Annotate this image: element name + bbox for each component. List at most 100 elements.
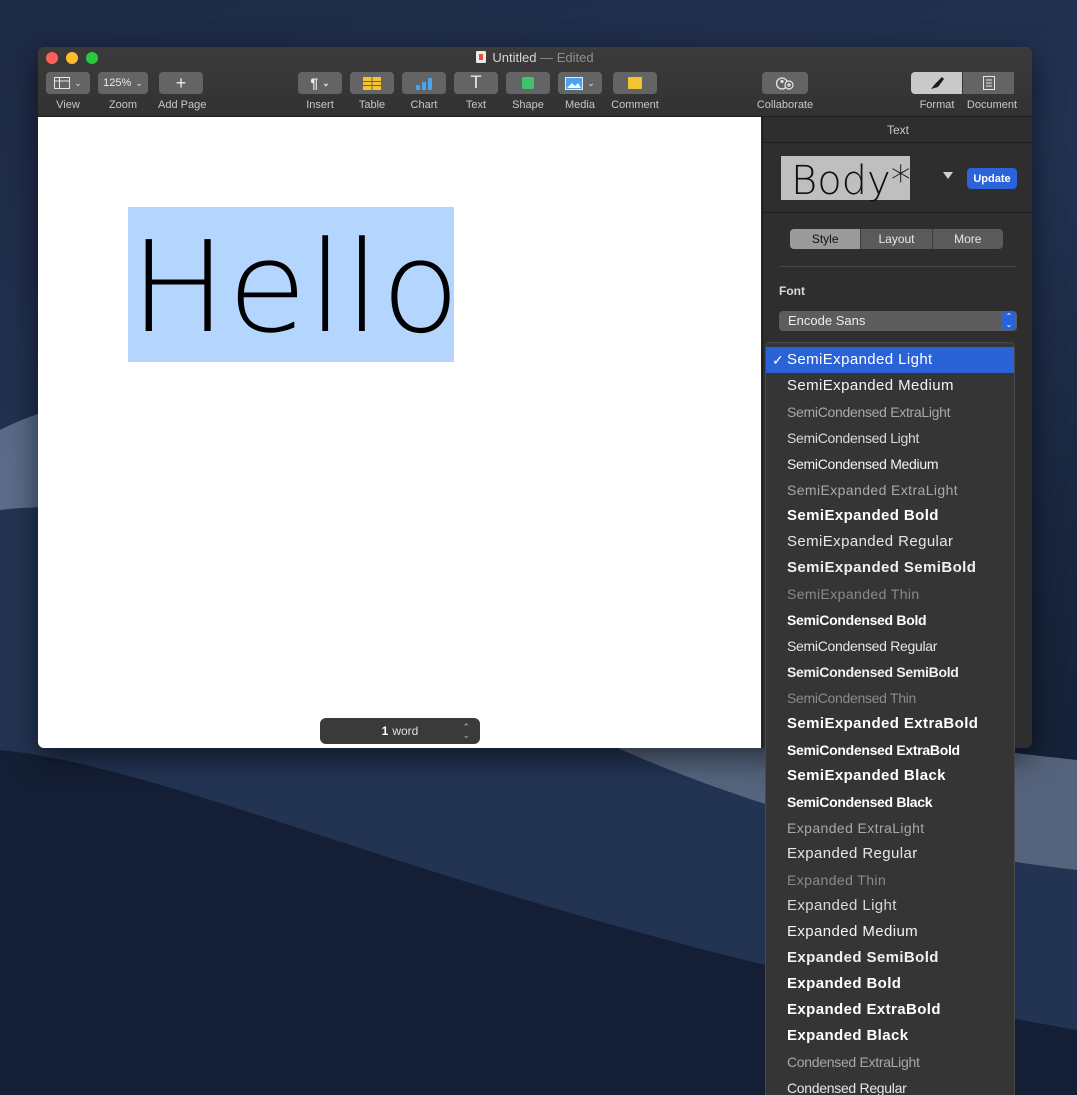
font-menu-item-label: SemiExpanded Bold [787,507,939,524]
paintbrush-icon [930,77,944,89]
font-menu-item[interactable]: Expanded Medium [766,919,1014,945]
font-menu-item[interactable]: SemiCondensed Black [766,789,1014,815]
chevron-down-icon: ⌄ [135,77,143,88]
font-menu-item-label: Condensed ExtraLight [787,1054,920,1070]
font-menu-item-label: SemiCondensed SemiBold [787,664,959,680]
font-menu-item[interactable]: Expanded Light [766,893,1014,919]
media-icon [565,76,584,90]
font-menu-item[interactable]: SemiExpanded ExtraBold [766,711,1014,737]
font-menu-item[interactable]: SemiExpanded Bold [766,503,1014,529]
font-menu-item-label: SemiExpanded Light [787,351,933,368]
font-menu-item[interactable]: SemiCondensed SemiBold [766,659,1014,685]
tab-style[interactable]: Style [790,229,862,249]
font-menu-item[interactable]: Condensed ExtraLight [766,1049,1014,1075]
chart-icon [416,77,432,90]
font-menu-item[interactable]: SemiCondensed ExtraLight [766,399,1014,425]
collaborate-button[interactable]: Collaborate [755,72,815,111]
table-icon [363,76,381,90]
font-menu-item[interactable]: Expanded Thin [766,867,1014,893]
font-menu-item[interactable]: Condensed Regular [766,1075,1014,1095]
text-button[interactable]: T Text [454,72,498,111]
triangle-down-icon[interactable] [943,172,953,179]
divider [779,266,1017,267]
zoom-button[interactable]: 125% ⌄ Zoom [98,72,148,111]
document-name: Untitled [492,50,537,65]
font-menu-item-label: SemiExpanded ExtraBold [787,715,979,732]
font-menu-item-label: SemiCondensed Light [787,430,920,446]
edited-status: — Edited [540,50,594,65]
font-menu-item-label: Expanded ExtraLight [787,820,925,836]
font-menu-item[interactable]: ✓ SemiExpanded Light [766,347,1014,373]
font-typeface-menu: ✓ SemiExpanded Light SemiExpanded Medium Se… [765,342,1015,1095]
font-menu-item-label: SemiExpanded Regular [787,533,954,550]
plus-icon: + [159,72,203,94]
font-menu-item[interactable]: SemiExpanded Thin [766,581,1014,607]
font-menu-item[interactable]: SemiExpanded Regular [766,529,1014,555]
format-tab[interactable] [911,72,962,94]
toolbar: Untitled — Edited ⌄ View 125% ⌄ Zoom + Ad… [38,47,1032,117]
font-menu-item-label: SemiCondensed Bold [787,612,927,628]
font-menu-item-label: SemiExpanded Black [787,767,946,784]
tab-layout[interactable]: Layout [861,229,933,249]
font-menu-item[interactable]: SemiExpanded Medium [766,373,1014,399]
font-menu-item-label: SemiCondensed Regular [787,638,938,654]
font-menu-item-label: SemiCondensed Medium [787,456,939,472]
font-menu-item-label: Expanded SemiBold [787,949,939,966]
font-family-value: Encode Sans [788,313,866,328]
table-button[interactable]: Table [350,72,394,111]
font-menu-item[interactable]: SemiCondensed Regular [766,633,1014,659]
document-text[interactable]: Hello [130,213,461,363]
shape-button[interactable]: Shape [506,72,550,111]
add-page-button[interactable]: + Add Page [158,72,206,111]
media-button[interactable]: ⌄ Media [558,72,602,111]
font-menu-item[interactable]: Expanded Regular [766,841,1014,867]
paragraph-style-name: Body* [791,158,911,204]
font-menu-item-label: SemiCondensed ExtraBold [787,742,960,758]
view-button[interactable]: ⌄ View [46,72,90,111]
window-title: Untitled — Edited [38,50,1032,65]
shape-icon [522,77,534,89]
document-tab[interactable] [963,72,1014,94]
font-menu-item[interactable]: Expanded SemiBold [766,945,1014,971]
font-family-select[interactable]: Encode Sans ⌃ ⌄ [779,311,1017,331]
font-menu-item-label: SemiExpanded Medium [787,377,954,394]
font-menu-item[interactable]: SemiCondensed Thin [766,685,1014,711]
font-menu-item[interactable]: SemiCondensed ExtraBold [766,737,1014,763]
font-menu-item[interactable]: Expanded Black [766,1023,1014,1049]
font-menu-item-label: SemiExpanded Thin [787,586,920,602]
document-canvas[interactable]: Hello 1 word ⌃ ⌄ [38,117,761,748]
tab-more[interactable]: More [933,229,1003,249]
font-menu-item-label: SemiCondensed Thin [787,690,916,706]
word-count-control[interactable]: 1 word ⌃ ⌄ [320,718,480,744]
checkmark-icon: ✓ [772,352,785,368]
font-menu-item-label: SemiExpanded ExtraLight [787,482,959,498]
word-count-number: 1 [381,724,389,738]
font-menu-item[interactable]: Expanded Bold [766,971,1014,997]
font-menu-item[interactable]: SemiExpanded ExtraLight [766,477,1014,503]
document-page-icon [982,76,995,90]
update-style-button[interactable]: Update [967,168,1017,189]
font-menu-item[interactable]: SemiExpanded Black [766,763,1014,789]
chevron-down-icon: ⌄ [587,77,595,88]
font-menu-item-label: Expanded Medium [787,923,919,940]
font-menu-item[interactable]: SemiCondensed Medium [766,451,1014,477]
inspector-toggle: Format Document [911,72,1021,111]
comment-button[interactable]: Comment [610,72,660,111]
chart-button[interactable]: Chart [402,72,446,111]
text-inspector-tabs: Style Layout More [790,229,1003,249]
font-menu-item[interactable]: SemiExpanded SemiBold [766,555,1014,581]
font-menu-item-label: Expanded Light [787,897,897,914]
font-menu-item-label: Condensed Regular [787,1080,907,1095]
font-menu-item[interactable]: SemiCondensed Bold [766,607,1014,633]
paragraph-style-preview[interactable]: Body* [781,156,911,204]
chevron-down-icon: ⌄ [74,77,82,88]
font-menu-item[interactable]: SemiCondensed Light [766,425,1014,451]
font-menu-item[interactable]: Expanded ExtraBold [766,997,1014,1023]
divider [763,142,1032,143]
document-icon [476,51,487,63]
font-menu-item-label: Expanded Black [787,1027,909,1044]
font-menu-item[interactable]: Expanded ExtraLight [766,815,1014,841]
insert-button[interactable]: ¶ ⌄ Insert [298,72,342,111]
stepper-arrows-icon: ⌃ ⌄ [462,722,470,740]
font-menu-item-label: Expanded Bold [787,975,902,992]
